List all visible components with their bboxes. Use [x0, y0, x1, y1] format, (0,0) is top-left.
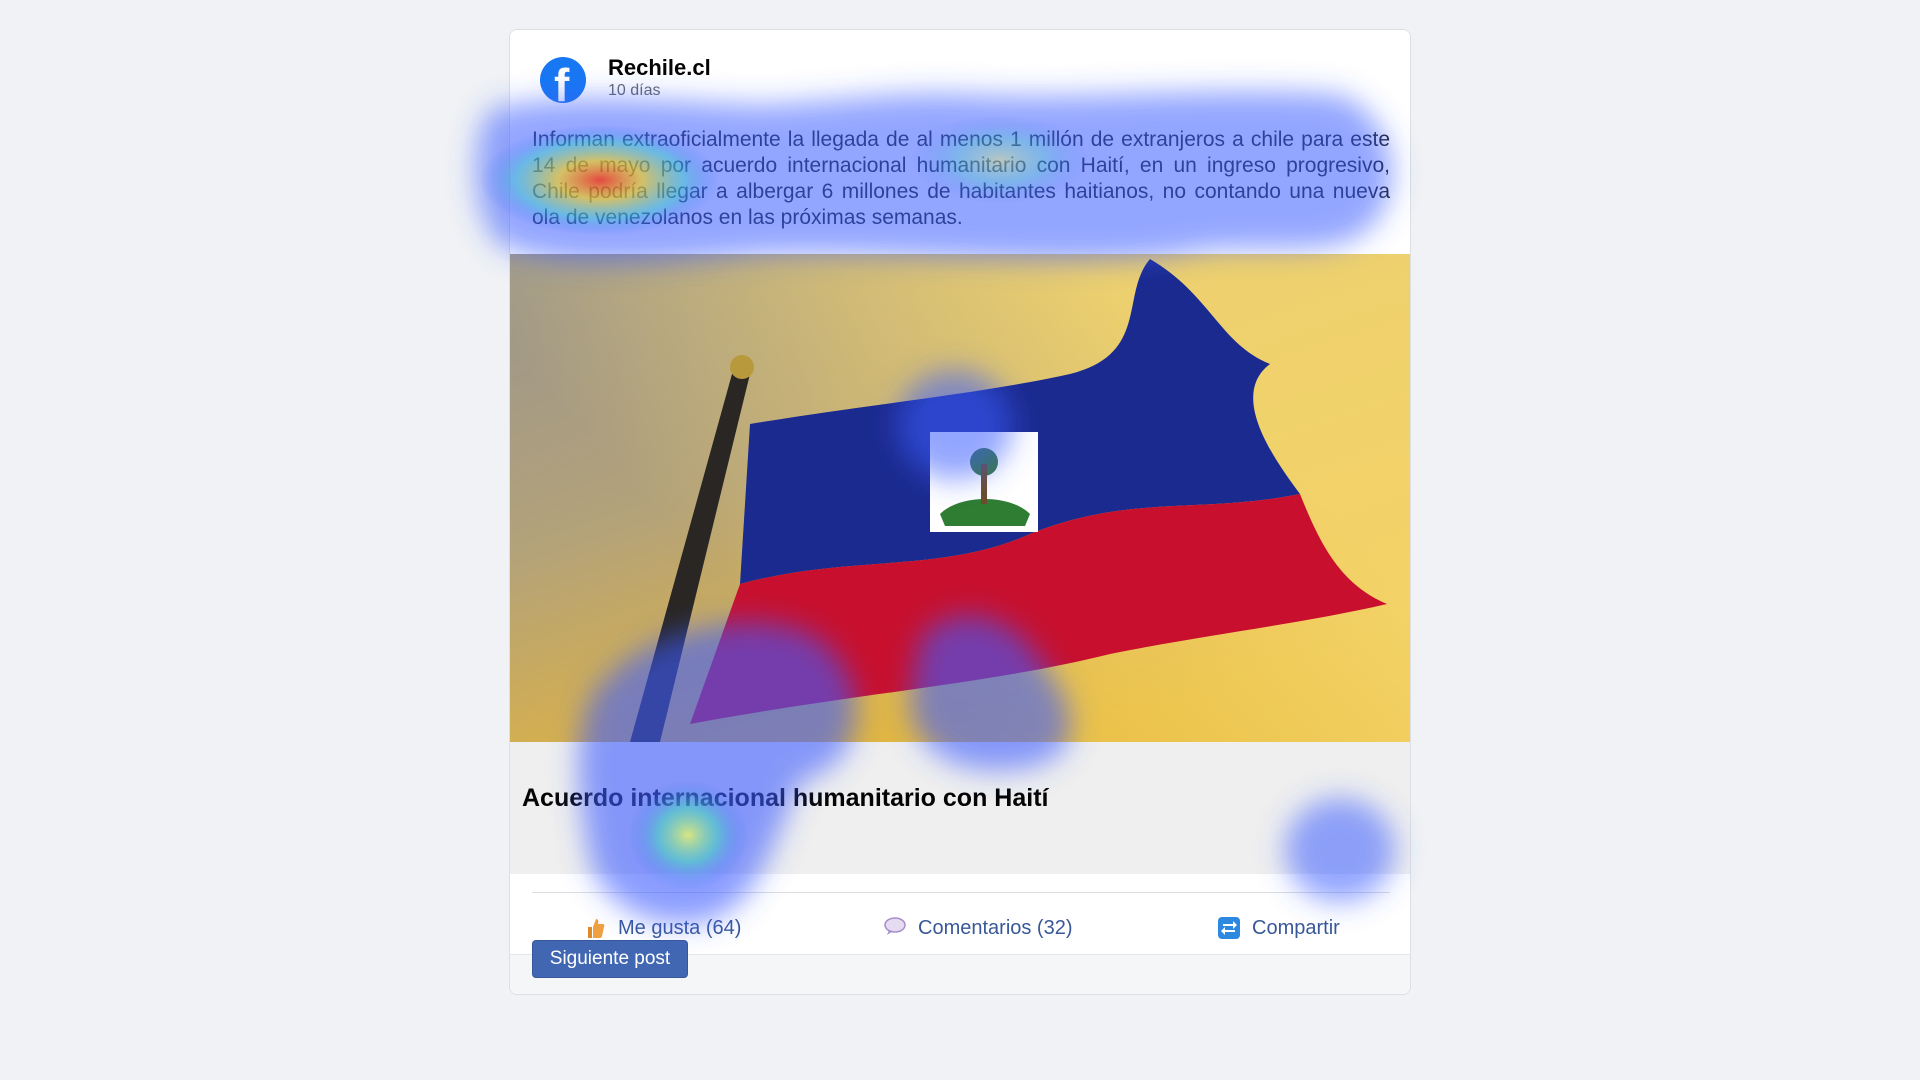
post-timestamp: 10 días [608, 82, 661, 99]
post-card: f Rechile.cl 10 días Informan extraofici… [509, 29, 1411, 995]
next-post-button[interactable]: Siguiente post [532, 940, 688, 978]
link-preview[interactable]: Acuerdo internacional humanitario con Ha… [510, 742, 1410, 874]
post-header: f Rechile.cl 10 días [540, 50, 711, 111]
author-block: Rechile.cl 10 días [608, 55, 711, 101]
comments-label: Comentarios (32) [918, 916, 1073, 939]
share-arrows-icon [1218, 917, 1240, 939]
thumbs-up-icon [584, 917, 606, 939]
comments-button[interactable]: Comentarios (32) [884, 910, 1073, 946]
share-button[interactable]: Compartir [1218, 910, 1340, 946]
like-label: Me gusta (64) [618, 916, 742, 939]
post-text: Informan extraoficialmente la llegada de… [532, 128, 1390, 229]
author-name[interactable]: Rechile.cl [608, 55, 711, 81]
divider [532, 892, 1390, 893]
haiti-flag-photo [510, 254, 1410, 742]
share-label: Compartir [1252, 916, 1340, 939]
post-image[interactable] [510, 254, 1410, 742]
facebook-logo-icon: f [540, 57, 586, 111]
speech-bubble-icon [884, 917, 906, 939]
link-title[interactable]: Acuerdo internacional humanitario con Ha… [522, 784, 1048, 813]
